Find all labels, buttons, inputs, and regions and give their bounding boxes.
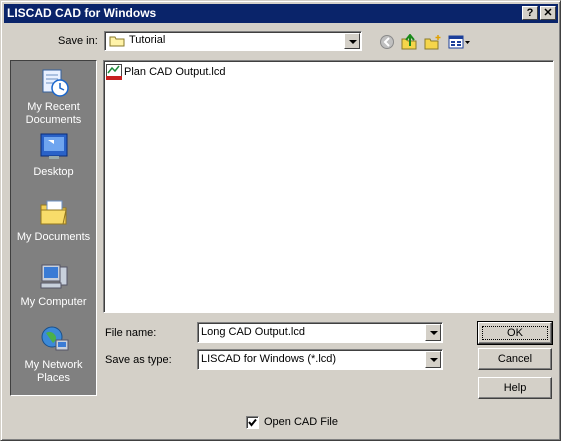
place-label: My Recent Documents (25, 101, 82, 126)
back-icon[interactable] (379, 34, 397, 50)
place-label: My Computer (20, 296, 87, 308)
save-dialog: LISCAD CAD for Windows ? ✕ Save in: Tuto… (0, 0, 561, 441)
save-as-type-dropdown-button[interactable] (425, 351, 441, 368)
file-list[interactable]: Plan CAD Output.lcd (103, 60, 554, 313)
window-title: LISCAD CAD for Windows (7, 6, 157, 20)
file-name: Plan CAD Output.lcd (124, 66, 226, 78)
file-name-value: Long CAD Output.lcd (201, 326, 305, 338)
new-folder-icon[interactable] (424, 34, 442, 50)
cancel-button[interactable]: Cancel (478, 348, 552, 370)
place-label: My Documents (16, 231, 91, 243)
save-as-type-label: Save as type: (105, 354, 172, 366)
title-bar[interactable]: LISCAD CAD for Windows ? ✕ (4, 4, 558, 23)
place-desktop[interactable]: Desktop (11, 131, 96, 179)
save-in-dropdown-button[interactable] (344, 33, 360, 49)
open-cad-file-label[interactable]: Open CAD File (264, 416, 338, 428)
help-button[interactable]: Help (478, 377, 552, 399)
place-network-places[interactable]: My Network Places (11, 324, 96, 385)
places-bar: My Recent Documents Desktop My Documents… (10, 60, 97, 396)
checkmark-icon (248, 418, 257, 427)
file-name-dropdown-button[interactable] (425, 324, 441, 341)
recent-documents-icon (38, 66, 70, 98)
my-computer-icon (38, 261, 70, 293)
file-name-label: File name: (105, 327, 157, 339)
my-documents-icon (38, 196, 70, 228)
folder-icon (109, 36, 125, 47)
place-my-computer[interactable]: My Computer (11, 261, 96, 309)
save-as-type-value: LISCAD for Windows (*.lcd) (201, 353, 337, 365)
place-label: My Network Places (24, 359, 83, 384)
save-in-value: Tutorial (129, 34, 166, 46)
save-as-type-dropdown[interactable]: LISCAD for Windows (*.lcd) (197, 349, 443, 370)
file-name-input[interactable]: Long CAD Output.lcd (197, 322, 443, 343)
up-folder-icon[interactable] (401, 33, 419, 50)
open-cad-file-checkbox[interactable] (246, 416, 259, 429)
save-in-dropdown[interactable]: Tutorial (104, 31, 362, 51)
save-in-label: Save in: (58, 35, 98, 47)
lcd-file-icon (106, 64, 122, 80)
place-my-documents[interactable]: My Documents (11, 196, 96, 244)
close-title-button[interactable]: ✕ (540, 6, 556, 20)
place-label: Desktop (33, 166, 74, 178)
place-recent-documents[interactable]: My Recent Documents (11, 66, 96, 127)
help-title-button[interactable]: ? (522, 6, 538, 20)
view-menu-icon[interactable] (448, 34, 472, 50)
desktop-icon (38, 131, 70, 163)
ok-button[interactable]: OK (477, 321, 553, 345)
network-places-icon (38, 324, 70, 356)
